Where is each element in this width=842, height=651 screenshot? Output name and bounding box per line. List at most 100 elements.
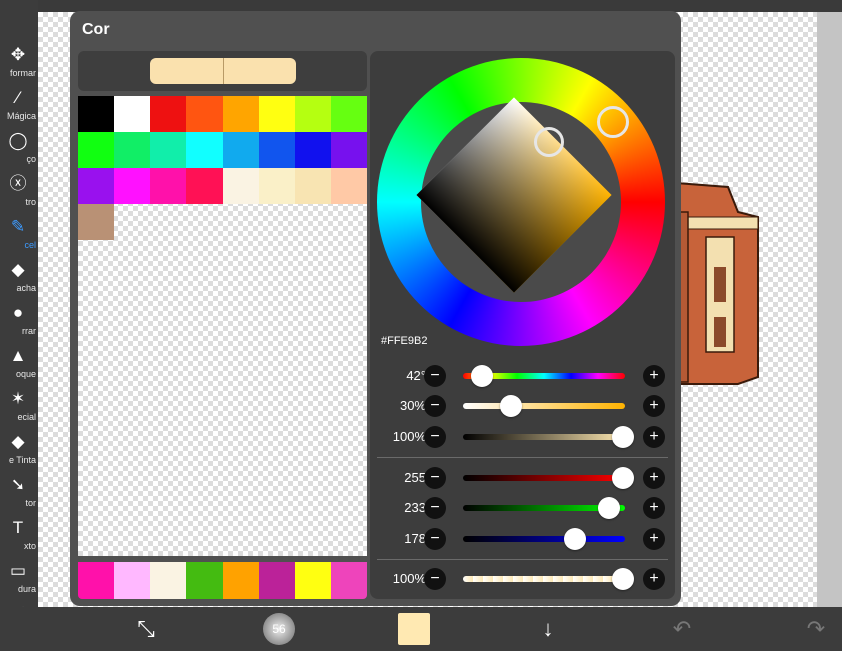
- opacity-value: 100%: [392, 571, 426, 586]
- palette-swatch[interactable]: [258, 96, 295, 132]
- palette-swatch[interactable]: [114, 168, 151, 204]
- palette-swatch[interactable]: [294, 96, 331, 132]
- sv-marker[interactable]: [534, 127, 564, 157]
- tool-label: ecial: [17, 412, 36, 422]
- saturation-slider-track[interactable]: [463, 403, 625, 409]
- brightness-row: 100% − +: [370, 424, 675, 450]
- palette-swatch[interactable]: [78, 96, 115, 132]
- palette-swatch[interactable]: [294, 132, 331, 168]
- tool-transform[interactable]: ✥ formar: [0, 40, 38, 84]
- green-slider-knob[interactable]: [598, 497, 621, 519]
- tool-frame[interactable]: ▭ dura: [0, 556, 38, 600]
- brightness-plus-button[interactable]: +: [643, 426, 665, 448]
- palette-swatch[interactable]: [330, 132, 367, 168]
- tool-label: acha: [16, 283, 36, 293]
- undo-icon[interactable]: ↶: [666, 613, 698, 645]
- blue-slider-track[interactable]: [463, 536, 625, 542]
- saturation-value: 30%: [399, 398, 426, 413]
- palette-swatch[interactable]: [150, 96, 187, 132]
- select-icon: ➘: [10, 474, 26, 494]
- green-minus-button[interactable]: −: [424, 497, 446, 519]
- brightness-slider-knob[interactable]: [612, 426, 634, 448]
- red-slider-track[interactable]: [463, 475, 625, 481]
- secondary-color[interactable]: [223, 58, 296, 84]
- green-plus-button[interactable]: +: [643, 497, 665, 519]
- divider: [377, 559, 668, 560]
- palette-swatch[interactable]: [258, 132, 295, 168]
- brightness-slider-track[interactable]: [463, 434, 625, 440]
- download-arrow-icon[interactable]: ↓: [532, 613, 564, 645]
- history-swatch[interactable]: [114, 562, 151, 599]
- tool-text[interactable]: Txto: [0, 513, 38, 557]
- palette-swatch[interactable]: [78, 132, 115, 168]
- tool-label: rrar: [22, 326, 36, 336]
- palette-swatch[interactable]: [330, 96, 367, 132]
- opacity-minus-button[interactable]: −: [424, 568, 446, 590]
- tool-eraser[interactable]: ◆ acha: [0, 255, 38, 299]
- green-value: 233: [404, 500, 426, 515]
- red-plus-button[interactable]: +: [643, 467, 665, 489]
- history-swatch[interactable]: [294, 562, 331, 599]
- saturation-plus-button[interactable]: +: [643, 395, 665, 417]
- palette-swatch[interactable]: [114, 132, 151, 168]
- saturation-slider-knob[interactable]: [500, 395, 522, 417]
- palette-swatch[interactable]: [186, 168, 223, 204]
- palette-swatch[interactable]: [222, 132, 259, 168]
- blue-plus-button[interactable]: +: [643, 528, 665, 550]
- tool-label: cel: [24, 240, 36, 250]
- palette-swatch[interactable]: [114, 96, 151, 132]
- palette-swatch[interactable]: [222, 96, 259, 132]
- frame-icon: ▭: [9, 560, 27, 580]
- red-minus-button[interactable]: −: [424, 467, 446, 489]
- history-swatch[interactable]: [222, 562, 259, 599]
- blue-minus-button[interactable]: −: [424, 528, 446, 550]
- hue-marker[interactable]: [597, 106, 629, 138]
- hue-slider-knob[interactable]: [470, 365, 493, 387]
- tool-special-brush[interactable]: ✶ ecial: [0, 384, 38, 428]
- palette-swatch[interactable]: [78, 204, 115, 240]
- bottom-toolbar: ⤡ 56 ↓ ↶ ↷: [0, 607, 842, 651]
- brightness-minus-button[interactable]: −: [424, 426, 446, 448]
- brush-settings-icon[interactable]: ⤡: [130, 613, 162, 645]
- blue-row: 178 − +: [370, 526, 675, 552]
- history-swatch[interactable]: [186, 562, 223, 599]
- palette-swatch[interactable]: [78, 168, 115, 204]
- current-color-swatch[interactable]: [150, 58, 296, 84]
- tool-filter[interactable]: ⓧ tro: [0, 169, 38, 213]
- palette-swatch[interactable]: [258, 168, 295, 204]
- tool-select[interactable]: ➘ tor: [0, 470, 38, 514]
- palette-swatch[interactable]: [150, 168, 187, 204]
- blue-slider-knob[interactable]: [563, 528, 586, 550]
- opacity-slider-track[interactable]: [463, 576, 625, 582]
- history-swatch[interactable]: [258, 562, 295, 599]
- opacity-slider-knob[interactable]: [612, 568, 634, 590]
- palette-swatch[interactable]: [186, 96, 223, 132]
- saturation-minus-button[interactable]: −: [424, 395, 446, 417]
- history-swatch[interactable]: [330, 562, 367, 599]
- red-slider-knob[interactable]: [612, 467, 634, 489]
- current-color-button[interactable]: [398, 613, 430, 645]
- magic-wand-icon: ⁄: [16, 87, 20, 107]
- redo-icon[interactable]: ↷: [800, 613, 832, 645]
- tool-label: oque: [15, 369, 36, 379]
- history-swatch[interactable]: [150, 562, 187, 599]
- tool-lasso[interactable]: ◯ ço: [0, 126, 38, 170]
- tool-fill[interactable]: ◆ e Tinta: [0, 427, 38, 471]
- blur-icon: ▲: [9, 345, 27, 365]
- palette-swatch[interactable]: [150, 132, 187, 168]
- tool-smudge[interactable]: ● rrar: [0, 298, 38, 342]
- opacity-plus-button[interactable]: +: [643, 568, 665, 590]
- palette-swatch[interactable]: [330, 168, 367, 204]
- primary-color[interactable]: [150, 58, 223, 84]
- hue-minus-button[interactable]: −: [424, 365, 446, 387]
- tool-blur[interactable]: ▲ oque: [0, 341, 38, 385]
- tool-brush[interactable]: ✎ cel: [0, 212, 38, 256]
- palette-swatch[interactable]: [222, 168, 259, 204]
- palette-swatch[interactable]: [294, 168, 331, 204]
- tool-magic-wand[interactable]: ⁄ Mágica: [0, 83, 38, 127]
- red-value: 255: [404, 470, 426, 485]
- hue-plus-button[interactable]: +: [643, 365, 665, 387]
- palette-swatch[interactable]: [186, 132, 223, 168]
- history-swatch[interactable]: [78, 562, 115, 599]
- brush-size-button[interactable]: 56: [263, 613, 295, 645]
